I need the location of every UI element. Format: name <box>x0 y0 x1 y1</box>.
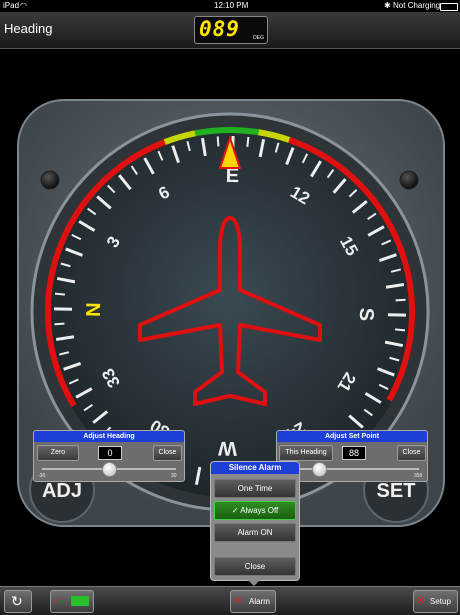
adjust-setpoint-title: Adjust Set Point <box>277 431 427 442</box>
bottom-toolbar: ↻ ∩ ✕ Alarm ✕ Setup <box>0 586 460 615</box>
alarm-button[interactable]: ✕ Alarm <box>230 590 276 613</box>
compass-tick <box>396 300 406 301</box>
wifi-icon: ◠ <box>20 0 27 12</box>
gps-button[interactable]: ∩ <box>50 590 94 613</box>
heading-value: 089 <box>199 17 240 41</box>
heading-slider-max: 30 <box>171 473 177 479</box>
setpoint-slider-max: 359 <box>414 473 422 479</box>
battery-icon <box>440 3 458 11</box>
one-time-option[interactable]: One Time <box>214 479 296 498</box>
adjust-knob-label: ADJ <box>42 480 82 502</box>
screw-icon <box>400 171 418 189</box>
this-heading-button[interactable]: This Heading <box>279 445 333 461</box>
adjust-heading-panel: Adjust Heading Zero 0 Close -30 30 <box>33 430 185 482</box>
alarm-on-option[interactable]: Alarm ON <box>214 523 296 542</box>
compass-tick <box>218 136 219 146</box>
setup-icon: ✕ <box>416 594 425 607</box>
set-knob-label: SET <box>377 480 416 502</box>
status-bar: iPad ◠ 12:10 PM ✱ Not Charging <box>0 0 460 12</box>
setup-label: Setup <box>430 597 451 606</box>
alarm-muted-icon: ✕ <box>234 594 243 607</box>
silence-alarm-title: Silence Alarm <box>211 462 299 474</box>
status-time: 12:10 PM <box>214 0 248 12</box>
compass-tick <box>55 294 65 295</box>
compass-label: S <box>355 308 377 322</box>
setpoint-value[interactable]: 88 <box>342 446 366 460</box>
zero-button[interactable]: Zero <box>37 445 79 461</box>
battery-status: Not Charging <box>393 0 440 12</box>
compass-tick <box>395 329 405 330</box>
refresh-button[interactable]: ↻ <box>4 590 32 613</box>
always-off-option[interactable]: ✓ Always Off <box>214 501 296 520</box>
compass-tick <box>247 137 248 147</box>
compass-label: W <box>218 437 237 459</box>
compass-label: N <box>83 302 105 317</box>
alarm-label: Alarm <box>249 597 270 606</box>
popup-pointer <box>247 579 261 586</box>
heading-adjust-value[interactable]: 0 <box>98 446 122 460</box>
gps-icon <box>71 596 89 606</box>
check-icon: ✓ <box>232 506 239 515</box>
setup-button[interactable]: ✕ Setup <box>413 590 458 613</box>
close-setpoint-button[interactable]: Close <box>397 445 426 461</box>
always-off-label: Always Off <box>240 506 278 515</box>
alarm-arc <box>195 130 258 133</box>
page-title: Heading <box>4 21 52 36</box>
heading-slider-thumb[interactable] <box>102 462 117 477</box>
setpoint-slider-track[interactable] <box>285 468 419 470</box>
heading-slider-min: -30 <box>38 473 45 479</box>
device-name: iPad <box>3 0 19 12</box>
heading-readout: 089 DEG <box>194 16 268 44</box>
heading-unit: DEG <box>253 35 264 41</box>
screw-icon <box>41 171 59 189</box>
close-heading-button[interactable]: Close <box>153 445 182 461</box>
compass-tick <box>54 324 64 325</box>
adjust-heading-title: Adjust Heading <box>34 431 184 442</box>
magnet-icon: ∩ <box>55 593 64 607</box>
silence-alarm-popup: Silence Alarm One Time ✓ Always Off Alar… <box>210 461 300 581</box>
setpoint-slider-thumb[interactable] <box>312 462 327 477</box>
close-popup-button[interactable]: Close <box>214 557 296 576</box>
title-bar: Heading 089 DEG <box>0 12 460 49</box>
bluetooth-icon: ✱ <box>384 0 391 12</box>
refresh-icon: ↻ <box>11 593 23 610</box>
